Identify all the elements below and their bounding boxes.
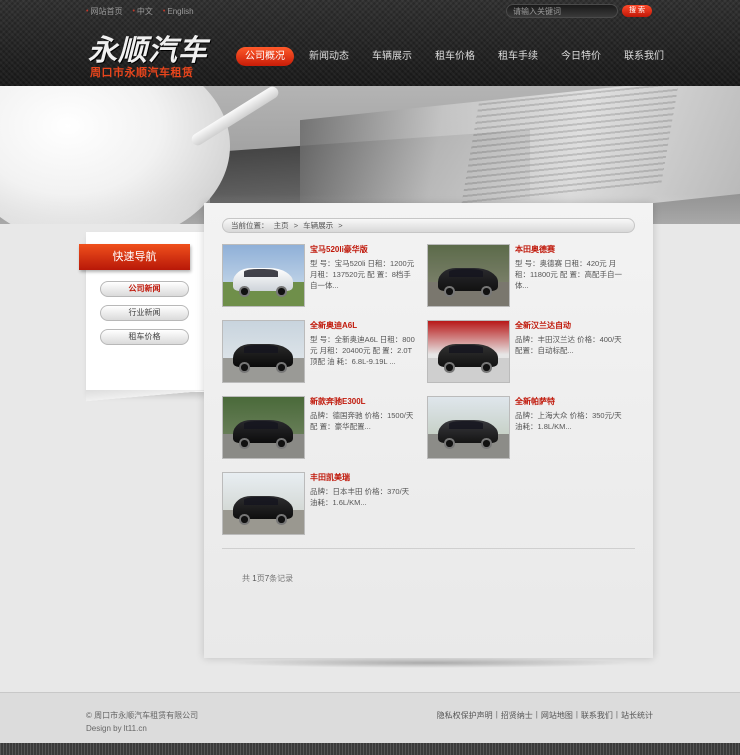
vehicle-thumbnail[interactable] — [427, 244, 510, 307]
top-link-home[interactable]: • 网站首页 — [86, 6, 122, 17]
vehicle-thumbnail[interactable] — [222, 396, 305, 459]
footer-link-stats[interactable]: 站长统计 — [621, 710, 653, 721]
nav-item-news[interactable]: 新闻动态 — [301, 47, 357, 66]
top-link-chinese[interactable]: • 中文 — [132, 6, 152, 17]
sidebar-title: 快速导航 — [79, 244, 190, 270]
sidebar-item-industry-news[interactable]: 行业新闻 — [100, 305, 189, 321]
vehicle-card: 全新奥迪A6L 型 号：全新奥迪A6L 日租：800元 月租：20400元 配 … — [222, 320, 422, 384]
vehicle-description: 型 号：全新奥迪A6L 日租：800元 月租：20400元 配 置：2.0T顶配… — [310, 335, 415, 366]
bullet-icon: • — [132, 8, 135, 15]
footer-link-contact[interactable]: 联系我们 — [581, 710, 613, 721]
nav-item-vehicles[interactable]: 车辆展示 — [364, 47, 420, 66]
sidebar-item-rental-prices[interactable]: 租车价格 — [100, 329, 189, 345]
sidebar-list: 公司新闻 行业新闻 租车价格 — [100, 281, 189, 353]
bottom-strip — [0, 743, 740, 755]
vehicle-card: 宝马520li豪华版 型 号：宝马520li 日租：1200元 月租：13752… — [222, 244, 422, 308]
vehicle-card: 全新汉兰达自动 品牌：丰田汉兰达 价格：400/天 配置：自动标配... — [427, 320, 627, 384]
vehicle-name-link[interactable]: 全新奥迪A6L — [310, 320, 418, 331]
vehicle-thumbnail[interactable] — [222, 472, 305, 535]
vehicle-thumbnail[interactable] — [427, 396, 510, 459]
vehicle-description: 品牌：上海大众 价格：350元/天 油耗：1.8L/KM... — [515, 411, 622, 431]
vehicle-description: 品牌：德国奔驰 价格：1500/天 配 置：豪华配置... — [310, 411, 414, 431]
vehicle-thumbnail[interactable] — [427, 320, 510, 383]
sidebar-item-company-news[interactable]: 公司新闻 — [100, 281, 189, 297]
vehicle-description: 型 号：宝马520li 日租：1200元 月租：137520元 配 置：8档手自… — [310, 259, 415, 290]
bullet-icon: • — [86, 8, 89, 15]
header: •网站首页 •中文 •English 搜 索 永顺汽车 周口市永顺汽车租赁 公司… — [0, 0, 740, 86]
vehicle-description: 品牌：日本丰田 价格：370/天 油耗：1.6L/KM... — [310, 487, 410, 507]
vehicle-description: 型 号：奥德赛 日租：420元 月租：11800元 配 置：高配手自一体... — [515, 259, 622, 290]
design-credit: Design by lt11.cn — [86, 724, 147, 733]
nav-item-procedures[interactable]: 租车手续 — [490, 47, 546, 66]
footer-link-sitemap[interactable]: 网站地图 — [541, 710, 573, 721]
vehicle-description: 品牌：丰田汉兰达 价格：400/天 配置：自动标配... — [515, 335, 622, 355]
vehicle-card: 丰田凯美瑞 品牌：日本丰田 价格：370/天 油耗：1.6L/KM... — [222, 472, 422, 536]
search-box — [506, 4, 618, 18]
vehicle-thumbnail[interactable] — [222, 244, 305, 307]
nav-item-prices[interactable]: 租车价格 — [427, 47, 483, 66]
logo-subtitle: 周口市永顺汽车租赁 — [90, 67, 194, 79]
vehicle-thumbnail[interactable] — [222, 320, 305, 383]
vehicle-name-link[interactable]: 全新汉兰达自动 — [515, 320, 623, 331]
vehicle-name-link[interactable]: 全新帕萨特 — [515, 396, 623, 407]
search-button[interactable]: 搜 索 — [622, 5, 652, 17]
vehicle-name-link[interactable]: 宝马520li豪华版 — [310, 244, 418, 255]
vehicle-name-link[interactable]: 本田奥德赛 — [515, 244, 623, 255]
vehicle-card: 本田奥德赛 型 号：奥德赛 日租：420元 月租：11800元 配 置：高配手自… — [427, 244, 627, 308]
vehicle-name-link[interactable]: 新款奔驰E300L — [310, 396, 418, 407]
footer-links: 隐私权保护声明 | 招贤纳士 | 网站地图 | 联系我们 | 站长统计 — [436, 710, 653, 721]
top-link-english[interactable]: • English — [163, 6, 194, 17]
footer-link-privacy[interactable]: 隐私权保护声明 — [437, 710, 493, 721]
vehicle-name-link[interactable]: 丰田凯美瑞 — [310, 472, 418, 483]
vehicle-card: 全新帕萨特 品牌：上海大众 价格：350元/天 油耗：1.8L/KM... — [427, 396, 627, 460]
main-panel: 当前位置： 主页 > 车辆展示 > 宝马520li豪华版 型 号：宝马520li… — [204, 203, 653, 668]
nav-item-company[interactable]: 公司概况 — [236, 47, 294, 66]
logo-title: 永顺汽车 — [88, 33, 209, 67]
search-input[interactable] — [513, 6, 613, 17]
footer-link-careers[interactable]: 招贤纳士 — [501, 710, 533, 721]
copyright: © 周口市永顺汽车租赁有限公司 — [86, 711, 199, 720]
nav-item-specials[interactable]: 今日特价 — [553, 47, 609, 66]
nav-item-contact[interactable]: 联系我们 — [616, 47, 672, 66]
divider — [222, 548, 635, 549]
main-nav: 公司概况 新闻动态 车辆展示 租车价格 租车手续 今日特价 联系我们 — [236, 47, 679, 66]
bullet-icon: • — [162, 8, 166, 15]
top-links: • 网站首页 • 中文 • English — [86, 6, 194, 17]
breadcrumb: 当前位置： 主页 > 车辆展示 > — [222, 218, 635, 233]
pagination-info: 共 1页7条记录 — [242, 574, 294, 583]
breadcrumb-home-link[interactable]: 主页 — [274, 221, 289, 230]
vehicle-card: 新款奔驰E300L 品牌：德国奔驰 价格：1500/天 配 置：豪华配置... — [222, 396, 422, 460]
